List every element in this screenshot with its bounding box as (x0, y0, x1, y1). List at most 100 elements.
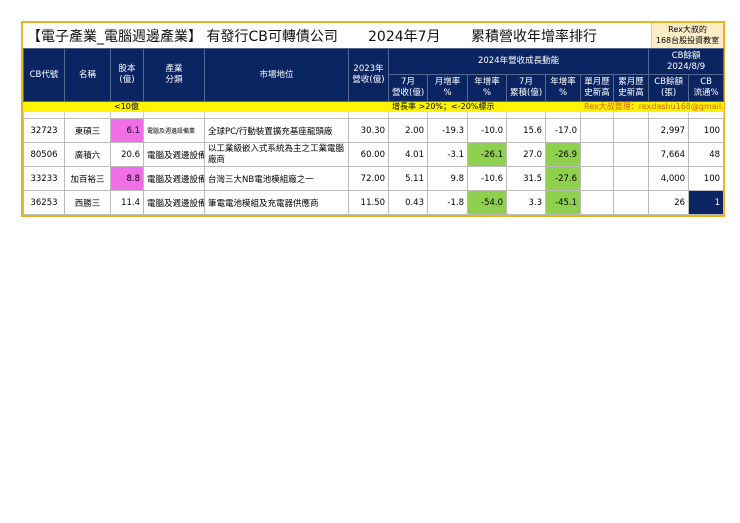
cell-high-m (580, 142, 614, 167)
subheader-line: 7月 (401, 77, 415, 87)
cell-cum-yoy: -45.1 (545, 190, 581, 215)
cell-high-m (580, 166, 614, 191)
subheader-line: (張) (661, 88, 677, 98)
cell-rev2023: 72.00 (348, 166, 389, 191)
header-cb-group-l1: CB餘額 (671, 50, 701, 61)
cell-cb-bal: 2,997 (648, 118, 690, 143)
subheader-5: 單月歷 史新高 (580, 74, 614, 102)
cb-table: CB代號 名稱 股本 (億) 產業 分類 市場地位 2023年 營收(億) 2024年… (23, 48, 725, 215)
cell-capital: 6.1 (110, 118, 144, 143)
cell-code: 33233 (23, 166, 65, 191)
cell-industry: 電腦及週邊設備 (143, 142, 205, 167)
subheader-2: 年增率% (467, 74, 507, 102)
header-capital-l1: 股本 (118, 64, 136, 74)
cell-name: 東碩三 (64, 118, 111, 143)
cell-code: 32723 (23, 118, 65, 143)
cell-cb-bal: 26 (648, 190, 690, 215)
cell-market: 台灣三大NB電池模組廠之一 (204, 166, 349, 191)
cell-industry: 電腦及週邊設備業 (143, 118, 205, 143)
subheader-line: % (558, 88, 568, 98)
table-row: 32723 東碩三 6.1 電腦及週邊設備業 全球PC/行動裝置擴充基座龍頭廠 30.30… (23, 118, 725, 143)
cell-cum: 27.0 (506, 142, 546, 167)
cell-mom: -3.1 (427, 142, 468, 167)
cell-rev-m: 5.11 (388, 166, 428, 191)
subheader-line: 單月歷 (584, 77, 610, 87)
header-rev2023: 2023年 營收(億) (348, 48, 389, 102)
header-industry: 產業 分類 (143, 48, 205, 102)
cell-cum-yoy: -17.0 (545, 118, 581, 143)
header-capital: 股本 (億) (110, 48, 144, 102)
subheader-line: % (443, 88, 452, 98)
subheader-line: 史新高 (584, 88, 610, 98)
subheader-4: 年增率% (545, 74, 581, 102)
cell-cum: 31.5 (506, 166, 546, 191)
subheader-7: CB餘額 (張) (648, 74, 690, 102)
table-row: 33233 加百裕三 8.8 電腦及週邊設備 台灣三大NB電池模組廠之一 72.00 5.1… (23, 166, 725, 191)
header-growth-group: 2024年營收成長動能 (387, 48, 650, 75)
cell-cb-bal: 7,664 (648, 142, 690, 167)
subheader-line: CB (700, 77, 712, 87)
subheader-0: 7月 營收(億) (388, 74, 428, 102)
report-frame: 【電子產業_電腦週邊產業】 有發行CB可轉債公司 2024年7月 累積營收年增率… (21, 21, 725, 217)
header-industry-l2: 分類 (165, 75, 183, 85)
subheader-line: % (482, 88, 492, 98)
brand-line2: 168台股投資教室 (655, 36, 720, 45)
report-title: 【電子產業_電腦週邊產業】 有發行CB可轉債公司 (27, 29, 338, 45)
subheader-line: 年增率 (474, 77, 500, 87)
cell-cb-pct: 1 (688, 190, 725, 215)
growth-note: 增長率 >20%；<-20%標示 (388, 101, 581, 112)
report-ranking: 累積營收年增率排行 (471, 29, 597, 45)
subheader-line: 月增率 (434, 77, 461, 87)
legend-row: <10億 增長率 >20%；<-20%標示 Rex大叔整理：rexdashu16… (23, 101, 725, 112)
header-market: 市場地位 (204, 48, 349, 102)
cell-name: 西勝三 (64, 190, 111, 215)
cell-cb-pct: 100 (688, 118, 725, 143)
cell-cb-pct: 48 (688, 142, 725, 167)
header-cb-code: CB代號 (23, 48, 65, 102)
subheader-3: 7月 累積(億) (506, 74, 546, 102)
header-cb-group-l2: 2024/8/9 (667, 61, 706, 72)
subheader-6: 累月歷 史新高 (612, 74, 650, 102)
cell-high-m (580, 190, 614, 215)
subheader-line: 年增率 (550, 77, 576, 87)
header-industry-l1: 產業 (165, 64, 183, 74)
cell-cum-yoy: -27.6 (545, 166, 581, 191)
cell-cb-pct: 100 (688, 166, 725, 191)
subheader-8: CB 流通% (688, 74, 725, 102)
header-name: 名稱 (64, 48, 111, 102)
cell-yoy: -54.0 (467, 190, 507, 215)
cell-high-c (612, 142, 650, 167)
cell-capital: 11.4 (110, 190, 144, 215)
header-cb-group: CB餘額 2024/8/9 (648, 48, 725, 75)
cell-rev-m: 4.01 (388, 142, 428, 167)
subheader-line: CB餘額 (654, 77, 683, 87)
subheader-line: 累積(億) (510, 88, 543, 98)
cell-mom: -19.3 (427, 118, 468, 143)
cell-rev2023: 11.50 (348, 190, 389, 215)
cell-capital: 20.6 (110, 142, 144, 167)
cell-high-c (612, 190, 650, 215)
cell-mom: -1.8 (427, 190, 468, 215)
cell-cum-yoy: -26.9 (545, 142, 581, 167)
cell-high-c (612, 118, 650, 143)
header-rev2023-l2: 營收(億) (352, 75, 385, 85)
title-bar: 【電子產業_電腦週邊產業】 有發行CB可轉債公司 2024年7月 累積營收年增率… (23, 23, 723, 48)
subheader-line: 7月 (519, 77, 533, 87)
subheader-line: 流通% (693, 88, 719, 98)
cell-high-m (580, 118, 614, 143)
cell-name: 加百裕三 (64, 166, 111, 191)
cell-name: 廣積六 (64, 142, 111, 167)
cell-market: 以工業級嵌入式系統為主之工業電腦廠商 (204, 142, 349, 167)
cell-capital: 8.8 (110, 166, 144, 191)
capital-note: <10億 (110, 101, 349, 112)
cell-high-c (612, 166, 650, 191)
subheader-line: 累月歷 (618, 77, 644, 87)
cell-mom: 9.8 (427, 166, 468, 191)
cell-cum: 15.6 (506, 118, 546, 143)
cell-code: 36253 (23, 190, 65, 215)
cell-rev2023: 30.30 (348, 118, 389, 143)
cell-industry: 電腦及週邊設備 (143, 190, 205, 215)
report-period: 2024年7月 (368, 29, 441, 45)
cell-yoy: -10.0 (467, 118, 507, 143)
brand-line1: Rex大叔的 (668, 25, 707, 34)
